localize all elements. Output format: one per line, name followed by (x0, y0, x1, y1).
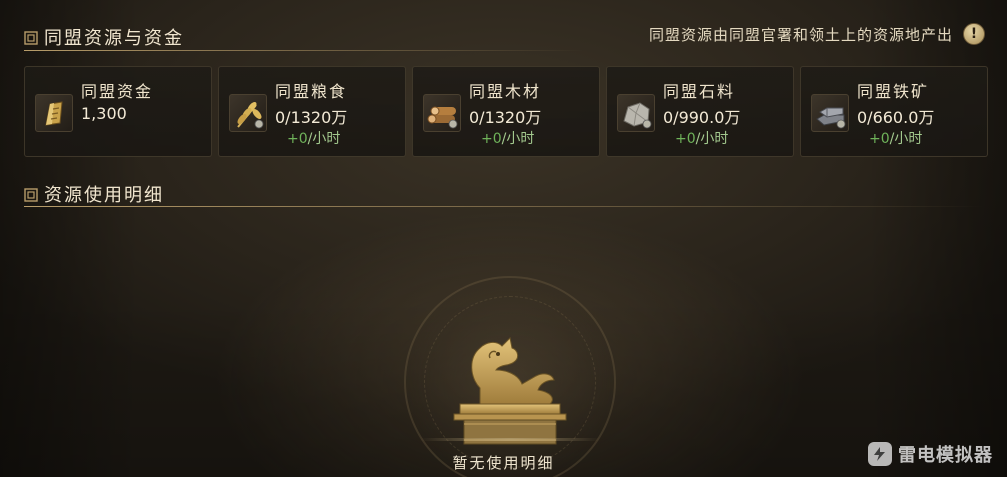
watermark-text: 雷电模拟器 (898, 445, 993, 466)
resource-card-iron[interactable]: 同盟铁矿 0/660.0万 +0/小时 (800, 66, 988, 157)
rate-unit: /小时 (695, 131, 729, 147)
resource-card-stone[interactable]: 同盟石料 0/990.0万 +0/小时 (606, 66, 794, 157)
resource-name: 同盟资金 (81, 82, 154, 101)
section-header-usage: 资源使用明细 (24, 181, 164, 207)
rate-unit: /小时 (307, 131, 341, 147)
resource-card-funds[interactable]: 同盟资金 1,300 (24, 66, 212, 157)
section-divider (24, 206, 984, 207)
watermark: 雷电模拟器 (868, 441, 993, 467)
resource-rate: +0/小时 (287, 128, 340, 148)
resource-amount: 0/1320万 (275, 108, 348, 127)
info-button[interactable]: ! (963, 23, 985, 45)
stone-icon (617, 94, 655, 132)
section-title-resources: 同盟资源与资金 (44, 28, 184, 49)
resource-amount: 0/660.0万 (857, 108, 935, 127)
pedestal-highlight (420, 438, 600, 441)
resource-card-food[interactable]: 同盟粮食 0/1320万 +0/小时 (218, 66, 406, 157)
resource-name: 同盟铁矿 (857, 82, 930, 101)
resource-amount: 0/990.0万 (663, 108, 741, 127)
resource-rate: +0/小时 (481, 128, 534, 148)
section-ornament-icon (24, 187, 38, 202)
resource-card-wood[interactable]: 同盟木材 0/1320万 +0/小时 (412, 66, 600, 157)
rate-unit: /小时 (889, 131, 923, 147)
rate-unit: /小时 (501, 131, 535, 147)
resource-name: 同盟木材 (469, 82, 542, 101)
rate-value: +0 (675, 131, 696, 147)
section-header-resources: 同盟资源与资金 (24, 24, 184, 50)
section-divider (24, 50, 584, 51)
section-ornament-icon (24, 30, 38, 45)
timber-icon (423, 94, 461, 132)
wheat-icon (229, 94, 267, 132)
resource-cards: 同盟资金 1,300 同盟粮食 0/1320万 +0/小时 同盟木材 0/132… (24, 66, 988, 157)
exclamation-icon: ! (970, 26, 978, 42)
resource-amount: 0/1320万 (469, 108, 542, 127)
empty-state-text: 暂无使用明细 (452, 454, 555, 472)
dragon-statue-icon (440, 318, 580, 446)
rate-value: +0 (287, 131, 308, 147)
resource-rate: +0/小时 (869, 128, 922, 148)
resource-name: 同盟石料 (663, 82, 736, 101)
iron-ore-icon (811, 94, 849, 132)
resource-name: 同盟粮食 (275, 82, 348, 101)
resource-notice: 同盟资源由同盟官署和领土上的资源地产出 ! (649, 22, 985, 46)
rate-value: +0 (481, 131, 502, 147)
notice-text: 同盟资源由同盟官署和领土上的资源地产出 (648, 25, 953, 44)
rate-value: +0 (869, 131, 890, 147)
emulator-logo-icon (868, 442, 892, 466)
gold-ingot-icon (35, 94, 73, 132)
section-title-usage: 资源使用明细 (44, 185, 164, 206)
resource-rate: +0/小时 (675, 128, 728, 148)
resource-amount: 1,300 (81, 104, 127, 123)
